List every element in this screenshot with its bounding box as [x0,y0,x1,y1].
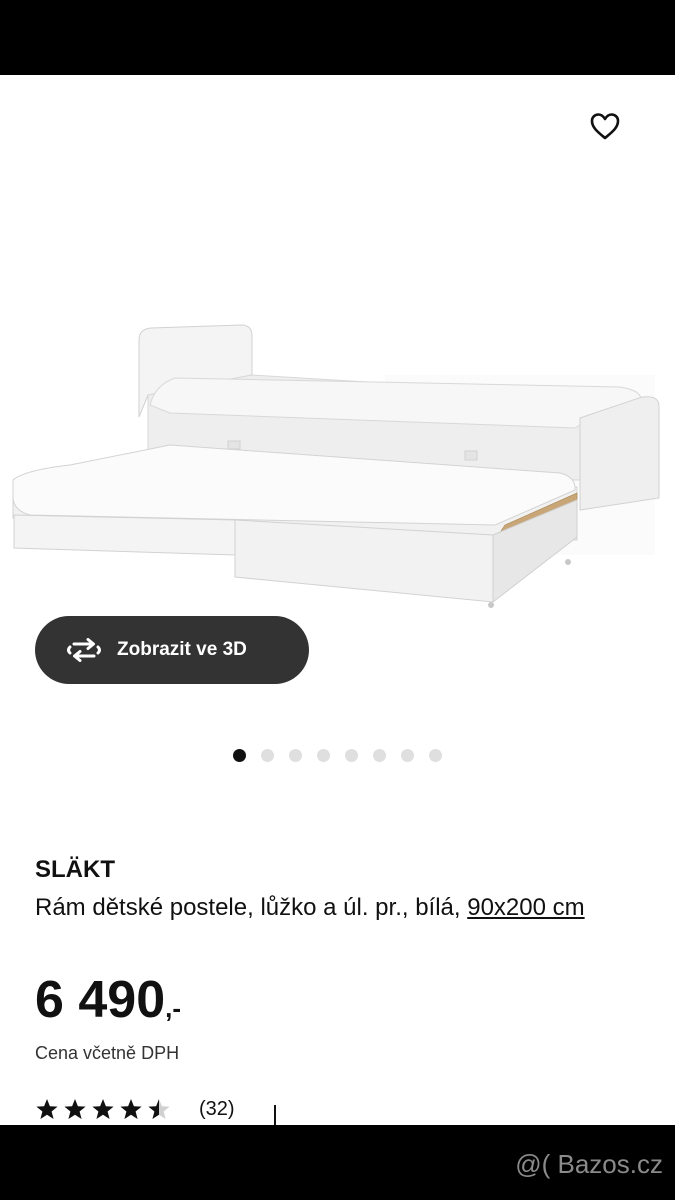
product-rating[interactable]: (32) [35,1098,235,1121]
rating-stars [35,1098,171,1121]
product-brand: SLÄKT [35,856,115,883]
rotate-3d-icon [65,638,103,662]
carousel-dot[interactable] [345,749,358,762]
review-count: (32) [199,1098,235,1120]
star-icon [120,1099,142,1119]
star-icon [92,1099,114,1119]
price-suffix: ,- [165,993,182,1023]
carousel-dot[interactable] [429,749,442,762]
carousel-dot[interactable] [317,749,330,762]
carousel-dot[interactable] [233,749,246,762]
favorite-button[interactable] [587,108,623,144]
size-link[interactable]: 90x200 cm [467,894,584,921]
divider [274,1105,276,1125]
product-page: Zobrazit ve 3D SLÄKT Rám dětské postele,… [0,75,675,1125]
star-icon [36,1099,58,1119]
product-image [12,324,660,608]
carousel-dot[interactable] [289,749,302,762]
watermark: @( Bazos.cz [515,1149,663,1179]
product-description-text: Rám dětské postele, lůžko a úl. pr., bíl… [35,894,468,921]
half-star-icon [148,1099,170,1119]
product-price: 6 490 ,- [35,970,181,1030]
carousel-dot[interactable] [401,749,414,762]
heart-icon [590,113,620,140]
product-description: Rám dětské postele, lůžko a úl. pr., bíl… [35,890,650,925]
carousel-dot[interactable] [373,749,386,762]
star-icon [64,1099,86,1119]
bottom-bar: @( Bazos.cz [0,1125,675,1200]
vat-note: Cena včetně DPH [35,1043,180,1063]
carousel-dot[interactable] [261,749,274,762]
view-3d-label: Zobrazit ve 3D [117,639,247,660]
price-value: 6 490 [35,971,166,1029]
view-3d-button[interactable]: Zobrazit ve 3D [35,616,309,684]
top-bar [0,0,675,75]
carousel-pagination [233,749,442,762]
